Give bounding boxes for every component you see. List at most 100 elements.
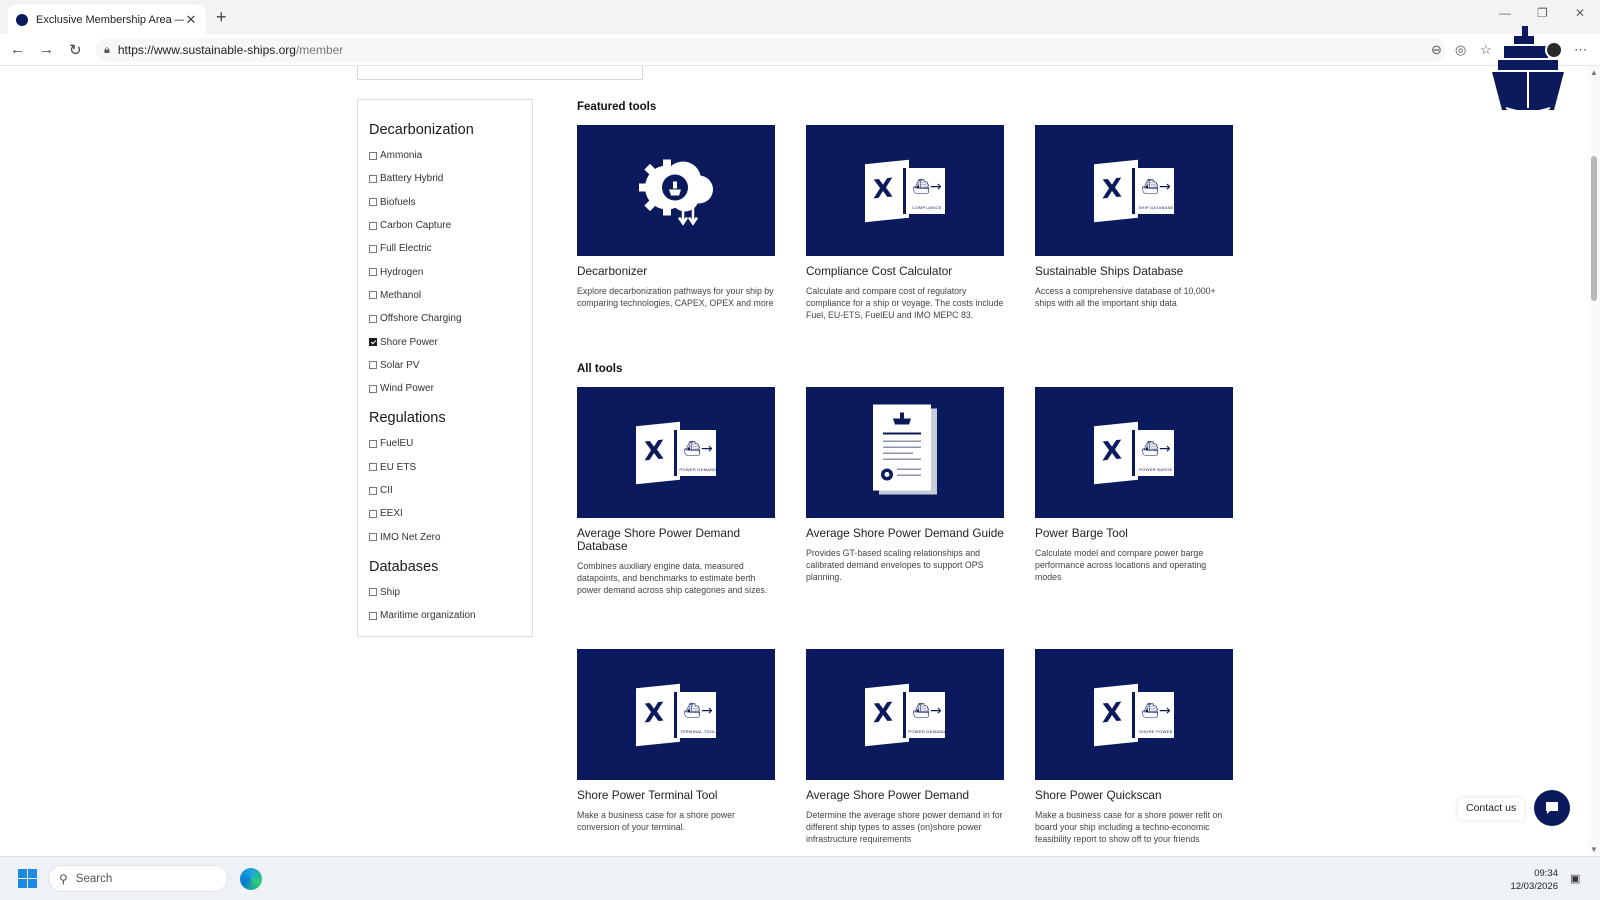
more-options-icon[interactable]: ⋯ [1574,42,1587,58]
reload-icon[interactable]: ↻ [69,41,82,59]
chat-button[interactable] [1534,790,1570,826]
tool-card-shore-power-quickscan[interactable]: X ⛴→ SHORE POWER Shore Power Quickscan Make … [1035,649,1233,846]
contact-us-label[interactable]: Contact us [1458,798,1525,820]
filter-fueleu[interactable]: FuelEU [369,432,521,455]
tool-card-sustainable-ships-database[interactable]: X ⛴→ SHIP DATABASE Sustainable Ships Databa… [1035,125,1233,309]
back-icon[interactable]: ← [10,41,25,58]
scroll-down-icon[interactable]: ▼ [1590,845,1598,854]
edge-browser-icon[interactable] [240,868,262,890]
filter-group-title: Regulations [369,410,446,427]
filter-eexi[interactable]: EEXI [369,502,521,525]
tool-card-title[interactable]: Shore Power Terminal Tool [577,789,775,802]
tool-card-image[interactable] [577,125,775,256]
checkbox[interactable] [369,291,377,300]
zoom-icon[interactable]: ⊖ [1431,42,1442,58]
checkbox[interactable] [369,338,377,347]
tool-card-title[interactable]: Power Barge Tool [1035,527,1233,540]
system-clock[interactable]: 09:34 12/03/2026 [1500,867,1558,893]
tool-card-image[interactable]: X ⛴→ POWER DEMAND [577,387,775,518]
filter-solar-pv[interactable]: Solar PV [369,354,521,377]
tool-card-image[interactable]: X ⛴→ COMPLIANCE [806,125,1004,256]
new-tab-button[interactable]: + [216,7,227,28]
tool-card-title[interactable]: Average Shore Power Demand Database [577,527,775,553]
spreadsheet-panel: ⛴→ TERMINAL TOOL [674,691,716,738]
tool-card-title[interactable]: Sustainable Ships Database [1035,265,1233,278]
tool-card-image[interactable]: X ⛴→ POWER DEMAND [806,649,1004,780]
filter-label: Shore Power [380,336,438,348]
address-bar[interactable]: 🔒︎ https://www.sustainable-ships.org /me… [96,38,1446,62]
checkbox[interactable] [369,221,377,230]
filter-carbon-capture[interactable]: Carbon Capture [369,214,521,237]
checkbox[interactable] [369,174,377,183]
scrollbar-thumb[interactable] [1591,156,1597,301]
checkbox[interactable] [369,268,377,277]
tool-card-title[interactable]: Decarbonizer [577,265,775,278]
tool-card-title[interactable]: Shore Power Quickscan [1035,789,1233,802]
tool-card-decarbonizer[interactable]: Decarbonizer Explore decarbonization path… [577,125,775,309]
filter-group-title: Decarbonization [369,122,474,138]
tool-card-image[interactable]: X ⛴→ SHIP DATABASE [1035,125,1233,256]
browser-toolbar: ← → ↻ 🔒︎ https://www.sustainable-ships.o… [0,34,1600,66]
tool-card-compliance-cost-calculator[interactable]: X ⛴→ COMPLIANCE Compliance Cost Calculator C… [806,125,1004,322]
tool-card-shore-power-terminal-tool[interactable]: X ⛴→ TERMINAL TOOL Shore Power Terminal Too… [577,649,775,833]
checkbox[interactable] [369,611,377,620]
tool-card-title[interactable]: Average Shore Power Demand Guide [806,527,1004,540]
checkbox[interactable] [369,486,377,495]
filter-methanol[interactable]: Methanol [369,284,521,307]
taskbar-search[interactable]: ⚲ Search [48,865,228,892]
reader-icon[interactable]: ◎ [1455,42,1466,58]
tab-close-icon[interactable]: ✕ [184,12,198,28]
checkbox[interactable] [369,198,377,207]
window-close-button[interactable]: ✕ [1575,6,1585,20]
restore-button[interactable]: ❐ [1537,6,1548,20]
ship-plug-icon: ⛴→ [912,178,942,195]
checkbox[interactable] [369,244,377,253]
notification-icon[interactable]: ▣ [1570,872,1580,885]
profile-avatar[interactable] [1545,41,1563,59]
forward-icon[interactable]: → [39,41,54,58]
filter-battery-hybrid[interactable]: Battery Hybrid [369,167,521,190]
checkbox[interactable] [369,439,377,448]
filter-offshore-charging[interactable]: Offshore Charging [369,307,521,330]
checkbox[interactable] [369,384,377,393]
tool-card-image[interactable]: X ⛴→ SHORE POWER [1035,649,1233,780]
tool-search-input[interactable]: Search [357,66,643,80]
tool-card-title[interactable]: Average Shore Power Demand [806,789,1004,802]
page-scrollbar[interactable]: ▲ ▼ [1588,66,1600,856]
filter-ship[interactable]: Ship [369,581,521,604]
spreadsheet-icon: X ⛴→ POWER DEMAND [865,683,945,746]
checkbox[interactable] [369,314,377,323]
tool-card-average-shore-power-demand[interactable]: X ⛴→ POWER DEMAND Average Shore Power Deman… [806,649,1004,846]
tool-card-title[interactable]: Compliance Cost Calculator [806,265,1004,278]
minimize-button[interactable]: — [1499,6,1511,20]
filter-shore-power[interactable]: Shore Power [369,330,521,353]
filter-wind-power[interactable]: Wind Power [369,377,521,400]
tool-card-average-shore-power-demand-database[interactable]: X ⛴→ POWER DEMAND Average Shore Power Deman… [577,387,775,597]
tool-card-image[interactable]: X ⛴→ TERMINAL TOOL [577,649,775,780]
tool-card-image[interactable] [806,387,1004,518]
clock-date: 12/03/2026 [1510,881,1558,892]
filter-hydrogen[interactable]: Hydrogen [369,260,521,283]
filter-biofuels[interactable]: Biofuels [369,191,521,214]
browser-tab[interactable]: Exclusive Membership Area — Sustainable … [8,5,206,34]
checkbox[interactable] [369,361,377,370]
filter-full-electric[interactable]: Full Electric [369,237,521,260]
checkbox[interactable] [369,151,377,160]
checkbox[interactable] [369,588,377,597]
checkbox[interactable] [369,509,377,518]
filter-cii[interactable]: CII [369,479,521,502]
filter-ammonia[interactable]: Ammonia [369,144,521,167]
filter-label: Solar PV [380,359,420,371]
filter-eu-ets[interactable]: EU ETS [369,456,521,479]
sustainable-ships-logo[interactable] [1488,24,1568,116]
checkbox[interactable] [369,463,377,472]
filter-maritime-organization[interactable]: Maritime organization [369,604,521,627]
all-tools-heading: All tools [577,363,623,375]
tool-card-image[interactable]: X ⛴→ POWER BARGE [1035,387,1233,518]
filter-imo-net-zero[interactable]: IMO Net Zero [369,525,521,548]
scroll-up-icon[interactable]: ▲ [1590,68,1598,77]
checkbox[interactable] [369,533,377,542]
tool-card-average-shore-power-demand-guide[interactable]: Average Shore Power Demand Guide Provides… [806,387,1004,584]
start-windows-icon[interactable] [18,869,37,888]
tool-card-power-barge-tool[interactable]: X ⛴→ POWER BARGE Power Barge Tool Calculate … [1035,387,1233,584]
